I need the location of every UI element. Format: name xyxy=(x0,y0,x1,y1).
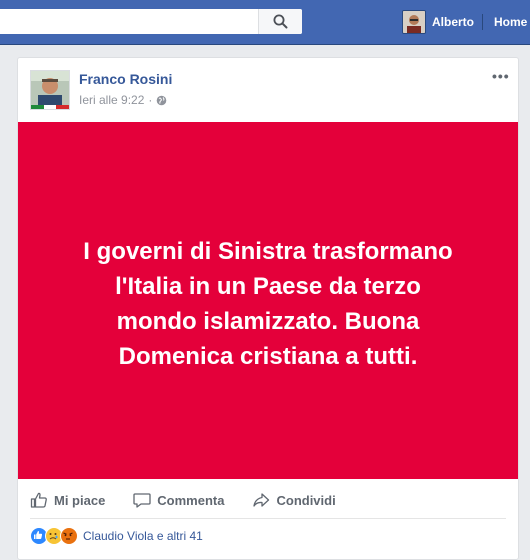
post-timestamp[interactable]: Ieri alle 9:22 xyxy=(79,93,144,107)
top-navigation-bar: Alberto Home xyxy=(0,0,530,45)
share-button[interactable]: Condividi xyxy=(252,491,336,509)
more-options-icon[interactable]: ••• xyxy=(492,68,510,84)
post-card: Franco Rosini Ieri alle 9:22 · ••• I gov… xyxy=(17,57,519,560)
search-icon xyxy=(273,14,288,29)
post-message: I governi di Sinistra trasformano l'Ital… xyxy=(83,237,453,370)
comment-button[interactable]: Commenta xyxy=(133,491,224,509)
avatar xyxy=(402,10,426,34)
search-box xyxy=(0,9,302,34)
author-avatar[interactable] xyxy=(30,70,70,110)
search-button[interactable] xyxy=(258,9,302,34)
reactions-summary[interactable]: Claudio Viola e altri 41 xyxy=(30,527,203,545)
share-icon xyxy=(253,493,270,507)
post-actions: Mi piace Commenta Condividi xyxy=(18,483,518,517)
angry-icon xyxy=(60,527,78,545)
search-input[interactable] xyxy=(0,9,256,34)
like-button[interactable]: Mi piace xyxy=(30,491,105,509)
post-author-name[interactable]: Franco Rosini xyxy=(79,71,172,87)
home-link[interactable]: Home xyxy=(494,15,527,29)
globe-icon xyxy=(157,95,167,105)
reactions-label: Claudio Viola e altri 41 xyxy=(83,529,203,543)
post-colored-background: I governi di Sinistra trasformano l'Ital… xyxy=(18,122,518,479)
thumbs-up-icon xyxy=(30,492,47,508)
comment-label: Commenta xyxy=(157,492,225,508)
profile-name: Alberto xyxy=(432,15,474,29)
profile-link[interactable]: Alberto xyxy=(402,10,474,34)
like-label: Mi piace xyxy=(54,492,106,508)
meta-separator: · xyxy=(148,93,153,107)
actions-divider xyxy=(30,518,506,519)
post-meta: Ieri alle 9:22 · xyxy=(79,93,167,107)
share-label: Condividi xyxy=(276,492,336,508)
comment-icon xyxy=(133,493,151,508)
nav-divider xyxy=(482,14,483,30)
